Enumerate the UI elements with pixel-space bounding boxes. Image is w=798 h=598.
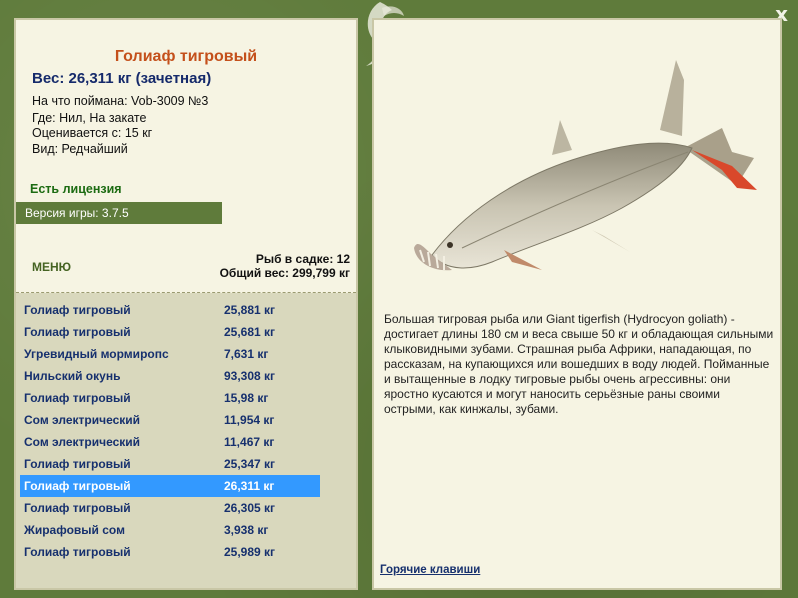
tigerfish-image <box>414 60 757 271</box>
catch-row[interactable]: Угревидный мормиропс 7,631 кг <box>20 343 320 365</box>
catch-row[interactable]: Голиаф тигровый 15,98 кг <box>20 387 320 409</box>
catch-row-name: Голиаф тигровый <box>24 303 131 317</box>
hotkeys-link[interactable]: Горячие клавиши <box>380 564 480 576</box>
catch-row-name: Сом электрический <box>24 413 141 427</box>
fish-title: Голиаф тигровый <box>114 48 258 65</box>
catch-row-name: Голиаф тигровый <box>24 457 131 471</box>
location-line: Где: Нил, На закате <box>32 111 147 125</box>
catch-row[interactable]: Голиаф тигровый 26,305 кг <box>20 497 320 519</box>
catch-row[interactable]: Голиаф тигровый 25,989 кг <box>20 541 320 563</box>
catch-row-name: Голиаф тигровый <box>24 479 131 493</box>
catch-row-weight: 26,311 кг <box>224 479 275 493</box>
catch-row-name: Сом электрический <box>24 435 141 449</box>
license-status: Есть лицензия <box>30 182 122 196</box>
fish-weight: Вес: 26,311 кг (зачетная) <box>32 70 212 87</box>
catch-row-weight: 3,938 кг <box>224 523 269 537</box>
rated-from-line: Оценивается с: 15 кг <box>32 126 153 140</box>
catch-row-weight: 25,681 кг <box>224 325 276 339</box>
catch-row[interactable]: Голиаф тигровый 25,881 кг <box>20 299 320 321</box>
catch-row-name: Голиаф тигровый <box>24 325 131 339</box>
catch-row-weight: 93,308 кг <box>224 369 276 383</box>
catch-row-name: Голиаф тигровый <box>24 545 131 559</box>
catch-row-weight: 25,347 кг <box>224 457 276 471</box>
species-kind-line: Вид: Редчайший <box>32 142 128 156</box>
catch-row-weight: 7,631 кг <box>224 347 269 361</box>
catch-row[interactable]: Голиаф тигровый 25,681 кг <box>20 321 320 343</box>
catch-row-weight: 15,98 кг <box>224 391 269 405</box>
catch-row-name: Нильский окунь <box>24 369 121 383</box>
fish-description-panel: Большая тигровая рыба или Giant tigerfis… <box>372 18 782 590</box>
catch-row-weight: 26,305 кг <box>224 501 276 515</box>
catch-row-name: Угревидный мормиропс <box>24 347 169 361</box>
catch-row-name: Жирафовый сом <box>24 523 125 537</box>
catch-row[interactable]: Голиаф тигровый 25,347 кг <box>20 453 320 475</box>
catch-row-weight: 25,881 кг <box>224 303 276 317</box>
catch-row[interactable]: Сом электрический 11,954 кг <box>20 409 320 431</box>
catch-row[interactable]: Нильский окунь 93,308 кг <box>20 365 320 387</box>
catch-row-name: Голиаф тигровый <box>24 391 131 405</box>
catch-row-weight: 11,954 кг <box>224 413 275 427</box>
game-version-bar: Версия игры: 3.7.5 <box>16 202 222 224</box>
catch-row-name: Голиаф тигровый <box>24 501 131 515</box>
menu-button[interactable]: МЕНЮ <box>32 260 71 274</box>
catch-row[interactable]: Сом электрический 11,467 кг <box>20 431 320 453</box>
catch-row[interactable]: Голиаф тигровый 26,311 кг <box>20 475 320 497</box>
catch-row-weight: 11,467 кг <box>224 435 275 449</box>
catch-row[interactable]: Жирафовый сом 3,938 кг <box>20 519 320 541</box>
fish-info-panel: Голиаф тигровый Вес: 26,311 кг (зачетная… <box>14 18 358 590</box>
total-weight: Общий вес: 299,799 кг <box>219 266 350 280</box>
fish-description: Большая тигровая рыба или Giant tigerfis… <box>384 312 774 416</box>
catch-row-weight: 25,989 кг <box>224 545 276 559</box>
caught-with-line: На что поймана: Vob-3009 №3 <box>32 94 209 108</box>
keepnet-count: Рыб в садке: 12 <box>255 252 350 266</box>
window-frame: x Голиаф тигровый Вес: 26,311 кг (зачетн… <box>0 0 798 598</box>
catch-list: Голиаф тигровый 25,881 кг Голиаф тигровый 2… <box>16 293 356 588</box>
